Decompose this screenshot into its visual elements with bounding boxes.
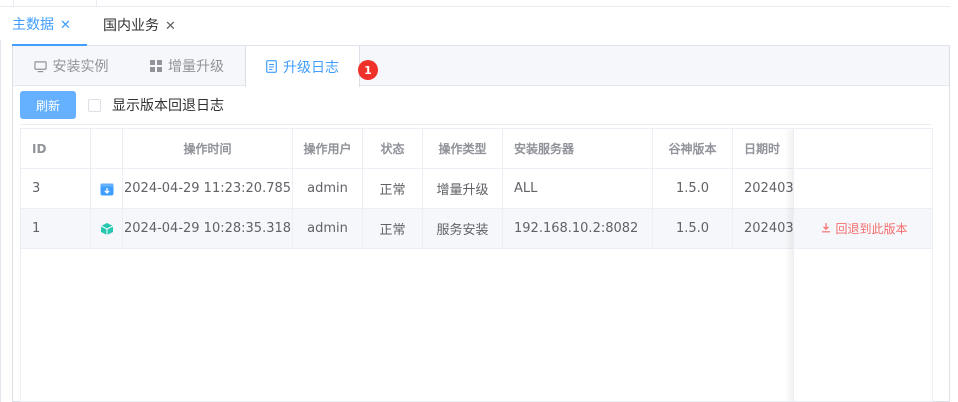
column-header-status[interactable]: 状态 xyxy=(363,129,423,168)
cell-type: 增量升级 xyxy=(423,169,503,208)
toolbar: 刷新 显示版本回退日志 xyxy=(20,91,224,119)
tab-domestic-business[interactable]: 国内业务 ✕ xyxy=(103,7,193,46)
checkbox-box[interactable] xyxy=(88,98,101,112)
checkbox-label: 显示版本回退日志 xyxy=(112,98,224,114)
rollback-link[interactable]: 回退到此版本 xyxy=(821,220,908,237)
monitor-icon xyxy=(33,60,47,73)
cell-server: ALL xyxy=(503,169,653,208)
column-header-date[interactable]: 日期时 xyxy=(733,129,793,168)
rollback-label: 回退到此版本 xyxy=(835,222,908,236)
download-box-icon xyxy=(91,169,123,208)
show-rollback-checkbox[interactable]: 显示版本回退日志 xyxy=(88,95,224,115)
divider xyxy=(20,124,931,125)
divider xyxy=(0,40,1,402)
tab-upgrade-log[interactable]: 升级日志 xyxy=(245,46,360,87)
upgrade-log-table: ID 操作时间 操作用户 状态 操作类型 安装服务器 谷神版本 日期时 3 20… xyxy=(20,128,933,402)
cell-status: 正常 xyxy=(363,209,423,248)
tab-card: 安装实例 增量升级 升级日志 1 刷新 显示版本回退日志 ID 操作时间 操作用… xyxy=(12,46,950,402)
cell-type: 服务安装 xyxy=(423,209,503,248)
cell-server: 192.168.10.2:8082 xyxy=(503,209,653,248)
cell-time: 2024-04-29 11:23:20.785 xyxy=(123,169,293,208)
cell-version: 1.5.0 xyxy=(653,209,733,248)
fixed-header xyxy=(794,129,932,169)
tab-incremental-upgrade[interactable]: 增量升级 xyxy=(129,46,245,86)
column-header-icon xyxy=(91,129,123,168)
cell-date: 2024031 xyxy=(744,221,793,236)
app-frame: 主数据 ✕ 国内业务 ✕ 安装实例 增量升级 升级日志 1 刷新 显示版本回退日… xyxy=(0,0,958,402)
document-icon xyxy=(266,60,277,73)
notification-badge: 1 xyxy=(358,60,378,80)
tab-label: 安装实例 xyxy=(52,59,109,75)
tab-install-instances[interactable]: 安装实例 xyxy=(13,46,129,86)
card-tabs: 安装实例 增量升级 升级日志 1 xyxy=(13,46,949,87)
column-header-server[interactable]: 安装服务器 xyxy=(503,129,653,168)
cell-id: 1 xyxy=(21,209,91,248)
tab-master-data[interactable]: 主数据 ✕ xyxy=(12,7,87,46)
cell-status: 正常 xyxy=(363,169,423,208)
tab-label: 主数据 xyxy=(12,17,54,33)
column-header-version[interactable]: 谷神版本 xyxy=(653,129,733,168)
fixed-action-column: 回退到此版本 xyxy=(793,129,932,401)
close-icon[interactable]: ✕ xyxy=(60,6,71,45)
tab-label: 国内业务 xyxy=(103,18,159,34)
close-icon[interactable]: ✕ xyxy=(165,7,176,46)
column-header-time[interactable]: 操作时间 xyxy=(123,129,293,168)
cell-time: 2024-04-29 10:28:35.318 xyxy=(123,209,293,248)
page-tabs: 主数据 ✕ 国内业务 ✕ xyxy=(12,7,950,46)
column-header-id[interactable]: ID xyxy=(21,129,91,168)
column-header-user[interactable]: 操作用户 xyxy=(293,129,363,168)
download-icon xyxy=(821,222,831,236)
cell-date: 2024031 xyxy=(744,181,793,196)
grid-icon xyxy=(150,60,162,72)
fixed-cell: 回退到此版本 xyxy=(794,209,932,249)
cell-user: admin xyxy=(293,169,363,208)
cell-id: 3 xyxy=(21,169,91,208)
cell-user: admin xyxy=(293,209,363,248)
fixed-cell xyxy=(794,169,932,209)
tab-label: 升级日志 xyxy=(283,59,339,76)
cell-version: 1.5.0 xyxy=(653,169,733,208)
column-header-type[interactable]: 操作类型 xyxy=(423,129,503,168)
top-strip xyxy=(0,0,958,7)
refresh-button[interactable]: 刷新 xyxy=(20,91,76,119)
tab-label: 增量升级 xyxy=(168,59,224,75)
cube-icon xyxy=(91,209,123,248)
